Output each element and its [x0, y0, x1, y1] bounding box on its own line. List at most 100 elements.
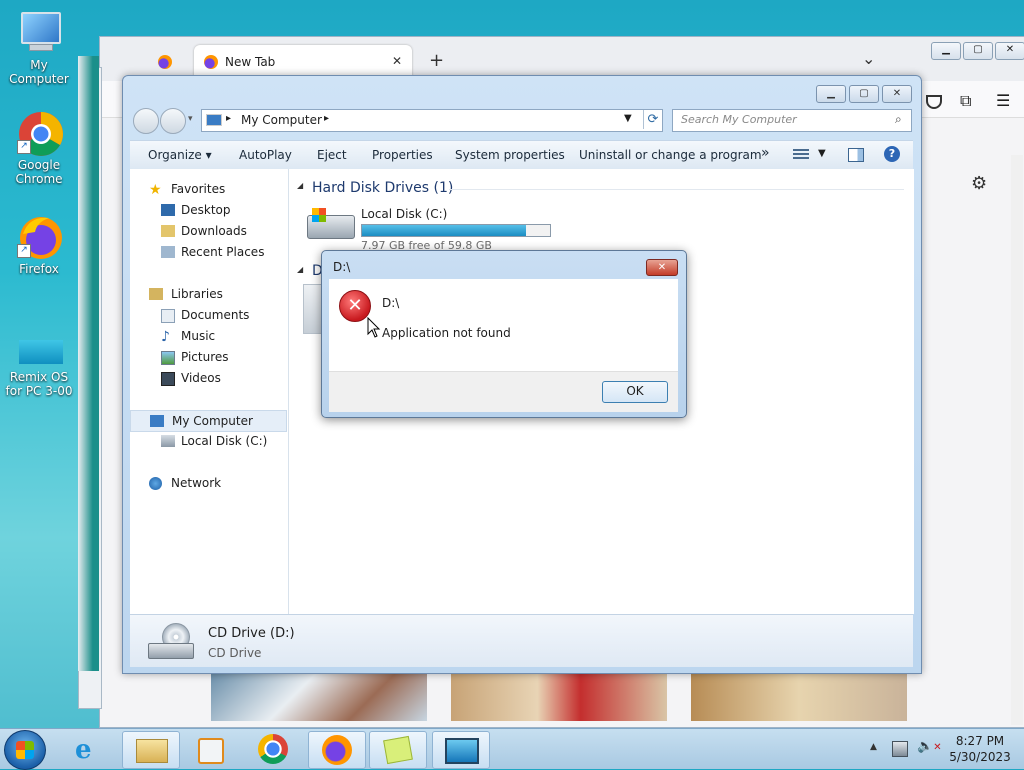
- nav-music[interactable]: ♪ Music: [130, 326, 288, 346]
- dialog-message: Application not found: [382, 326, 511, 340]
- nav-documents[interactable]: Documents: [130, 305, 288, 325]
- collapse-group-icon[interactable]: ◢: [297, 181, 303, 190]
- breadcrumb-arrow-icon[interactable]: ▸: [324, 113, 329, 124]
- autoplay-button[interactable]: AutoPlay: [239, 148, 292, 162]
- taskbar: e ▲ 🔈✕ 8:27 PM 5/30/2023: [0, 728, 1024, 770]
- properties-button[interactable]: Properties: [372, 148, 433, 162]
- desktop-icon-remix-os[interactable]: Remix OS for PC 3-00: [0, 336, 78, 398]
- tab-new-tab[interactable]: New Tab ✕: [194, 45, 412, 79]
- drive-usage-bar: [361, 224, 551, 237]
- eject-button[interactable]: Eject: [317, 148, 347, 162]
- search-icon[interactable]: ⌕: [895, 112, 902, 127]
- downloads-folder-icon: [161, 225, 175, 237]
- nav-desktop[interactable]: Desktop: [130, 200, 288, 220]
- uninstall-program-button[interactable]: Uninstall or change a program: [579, 148, 762, 162]
- shortcut-thumbnail[interactable]: [691, 673, 907, 721]
- desktop-icon-google-chrome[interactable]: ↗ Google Chrome: [0, 110, 78, 186]
- nav-videos[interactable]: Videos: [130, 368, 288, 388]
- nav-libraries[interactable]: Libraries: [130, 284, 288, 304]
- ok-button[interactable]: OK: [602, 381, 668, 403]
- drive-name: Local Disk (C:): [361, 207, 448, 221]
- taskbar-chrome[interactable]: [246, 731, 302, 767]
- remix-os-icon: [445, 738, 479, 764]
- nav-my-computer[interactable]: My Computer: [130, 410, 287, 432]
- shortcut-thumbnail[interactable]: [451, 673, 667, 721]
- volume-muted-icon[interactable]: 🔈✕: [917, 739, 942, 754]
- drive-icon: [161, 435, 175, 447]
- libraries-icon: [149, 288, 163, 300]
- show-hidden-icons-button[interactable]: ▲: [870, 742, 877, 752]
- taskbar-remix-os[interactable]: [432, 731, 490, 769]
- organize-button[interactable]: Organize ▾: [148, 148, 212, 162]
- minimize-button[interactable]: ▁: [931, 42, 961, 60]
- start-button[interactable]: [4, 730, 46, 770]
- details-item-type: CD Drive: [208, 646, 262, 660]
- breadcrumb-my-computer[interactable]: My Computer: [241, 113, 322, 127]
- taskbar-sticky-notes[interactable]: [369, 731, 427, 769]
- network-icon: [149, 477, 162, 490]
- address-dropdown-icon[interactable]: ▼: [624, 113, 632, 124]
- group-header-hard-disks[interactable]: Hard Disk Drives (1): [312, 180, 453, 196]
- preview-pane-icon[interactable]: [848, 148, 864, 162]
- dialog-body: ✕ D:\ Application not found: [329, 279, 678, 371]
- chrome-icon: [258, 734, 288, 764]
- firefox-tab-icon[interactable]: [158, 55, 172, 69]
- desktop-icon-firefox[interactable]: ↗ Firefox: [0, 214, 78, 276]
- new-tab-button[interactable]: +: [429, 50, 444, 71]
- pictures-icon: [161, 351, 175, 365]
- settings-gear-icon[interactable]: ⚙: [971, 173, 987, 194]
- tab-close-icon[interactable]: ✕: [392, 54, 402, 68]
- more-commands-button[interactable]: »: [761, 145, 770, 161]
- collapse-group-icon[interactable]: ◢: [297, 265, 303, 274]
- shortcut-thumbnail[interactable]: [211, 673, 427, 721]
- taskbar-firefox[interactable]: [308, 731, 366, 769]
- taskbar-internet-explorer[interactable]: e: [63, 731, 119, 767]
- computer-icon: [206, 114, 222, 126]
- maximize-button[interactable]: ▢: [963, 42, 993, 60]
- nav-pictures[interactable]: Pictures: [130, 347, 288, 367]
- taskbar-explorer[interactable]: [122, 731, 180, 769]
- pocket-icon[interactable]: [926, 95, 942, 109]
- change-view-icon[interactable]: [793, 149, 809, 161]
- folder-icon: [136, 739, 168, 763]
- maximize-button[interactable]: ▢: [849, 85, 879, 103]
- menu-icon[interactable]: ☰: [996, 91, 1010, 110]
- close-button[interactable]: ✕: [882, 85, 912, 103]
- view-dropdown-icon[interactable]: ▼: [818, 148, 826, 159]
- recent-pages-chevron-icon[interactable]: ▾: [188, 114, 193, 124]
- dialog-footer: OK: [329, 371, 678, 412]
- group-divider: [449, 189, 904, 190]
- back-button[interactable]: [133, 108, 159, 134]
- address-bar[interactable]: ▸ My Computer ▸ ▼: [201, 109, 663, 132]
- refresh-button[interactable]: ⟳: [643, 110, 662, 129]
- sticky-notes-icon: [383, 735, 413, 765]
- windows-logo-icon: [16, 741, 34, 759]
- clock[interactable]: 8:27 PM 5/30/2023: [940, 733, 1020, 765]
- help-icon[interactable]: ?: [884, 146, 900, 162]
- network-tray-icon[interactable]: [892, 741, 908, 757]
- details-pane: CD Drive (D:) CD Drive: [130, 614, 913, 667]
- nav-downloads[interactable]: Downloads: [130, 221, 288, 241]
- drive-item-c[interactable]: Local Disk (C:) 7.97 GB free of 59.8 GB: [307, 203, 552, 252]
- forward-button[interactable]: [160, 108, 186, 134]
- breadcrumb-arrow-icon[interactable]: ▸: [226, 113, 231, 124]
- tab-list-icon[interactable]: ⌄: [862, 49, 875, 68]
- desktop-icon-my-computer[interactable]: My Computer: [0, 10, 78, 86]
- clock-date: 5/30/2023: [949, 750, 1011, 764]
- dialog-close-button[interactable]: ✕: [646, 259, 678, 276]
- nav-recent-places[interactable]: Recent Places: [130, 242, 288, 262]
- nav-network[interactable]: Network: [130, 473, 288, 493]
- system-properties-button[interactable]: System properties: [455, 148, 565, 162]
- extensions-icon[interactable]: ⧉: [960, 91, 971, 111]
- search-placeholder: Search My Computer: [681, 113, 797, 126]
- internet-explorer-icon: e: [75, 735, 92, 765]
- nav-local-disk[interactable]: Local Disk (C:): [130, 431, 288, 451]
- close-button[interactable]: ✕: [995, 42, 1024, 60]
- taskbar-media-player[interactable]: [181, 731, 237, 767]
- star-icon: ★: [149, 182, 162, 198]
- firefox-scrollbar[interactable]: [1011, 155, 1023, 725]
- desktop-icon-label: My Computer: [9, 58, 69, 86]
- search-input[interactable]: Search My Computer ⌕: [672, 109, 912, 132]
- minimize-button[interactable]: ▁: [816, 85, 846, 103]
- nav-favorites[interactable]: ★ Favorites: [130, 179, 288, 199]
